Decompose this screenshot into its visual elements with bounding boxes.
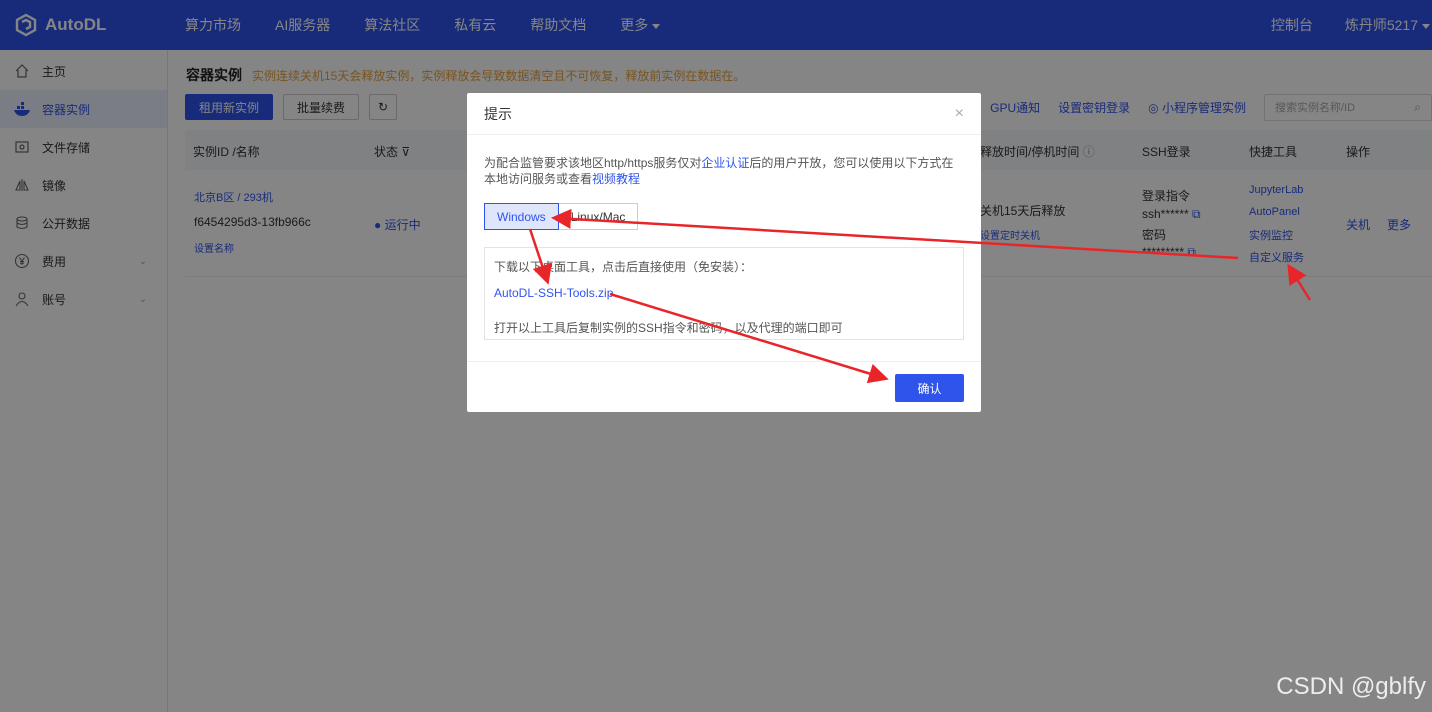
download-tools-link[interactable]: AutoDL-SSH-Tools.zip [494, 286, 613, 300]
dialog-description: 为配合监管要求该地区http/https服务仅对企业认证后的用户开放，您可以使用… [484, 155, 964, 187]
confirm-button[interactable]: 确认 [895, 374, 964, 402]
desc-text-1: 为配合监管要求该地区http/https服务仅对 [484, 156, 702, 170]
dialog-header: 提示 [467, 93, 981, 135]
panel-instruction: 下载以下桌面工具，点击后直接使用（免安装）： [494, 260, 753, 274]
enterprise-auth-link[interactable]: 企业认证 [701, 156, 749, 170]
video-tutorial-link[interactable]: 视频教程 [592, 172, 640, 186]
tab-windows[interactable]: Windows [484, 203, 559, 230]
windows-tab-panel: 下载以下桌面工具，点击后直接使用（免安装）： AutoDL-SSH-Tools.… [484, 247, 964, 340]
tip-dialog: 提示 × 为配合监管要求该地区http/https服务仅对企业认证后的用户开放，… [467, 93, 981, 412]
watermark: CSDN @gblfy [1276, 673, 1426, 700]
close-icon[interactable]: × [955, 105, 964, 123]
dialog-footer: 确认 [467, 361, 981, 412]
panel-hint: 打开以上工具后复制实例的SSH指令和密码，以及代理的端口即可 [494, 321, 843, 335]
dialog-title: 提示 [484, 105, 512, 122]
os-tabs: Windows Linux/Mac [484, 203, 639, 230]
tab-linux-mac[interactable]: Linux/Mac [558, 203, 639, 230]
